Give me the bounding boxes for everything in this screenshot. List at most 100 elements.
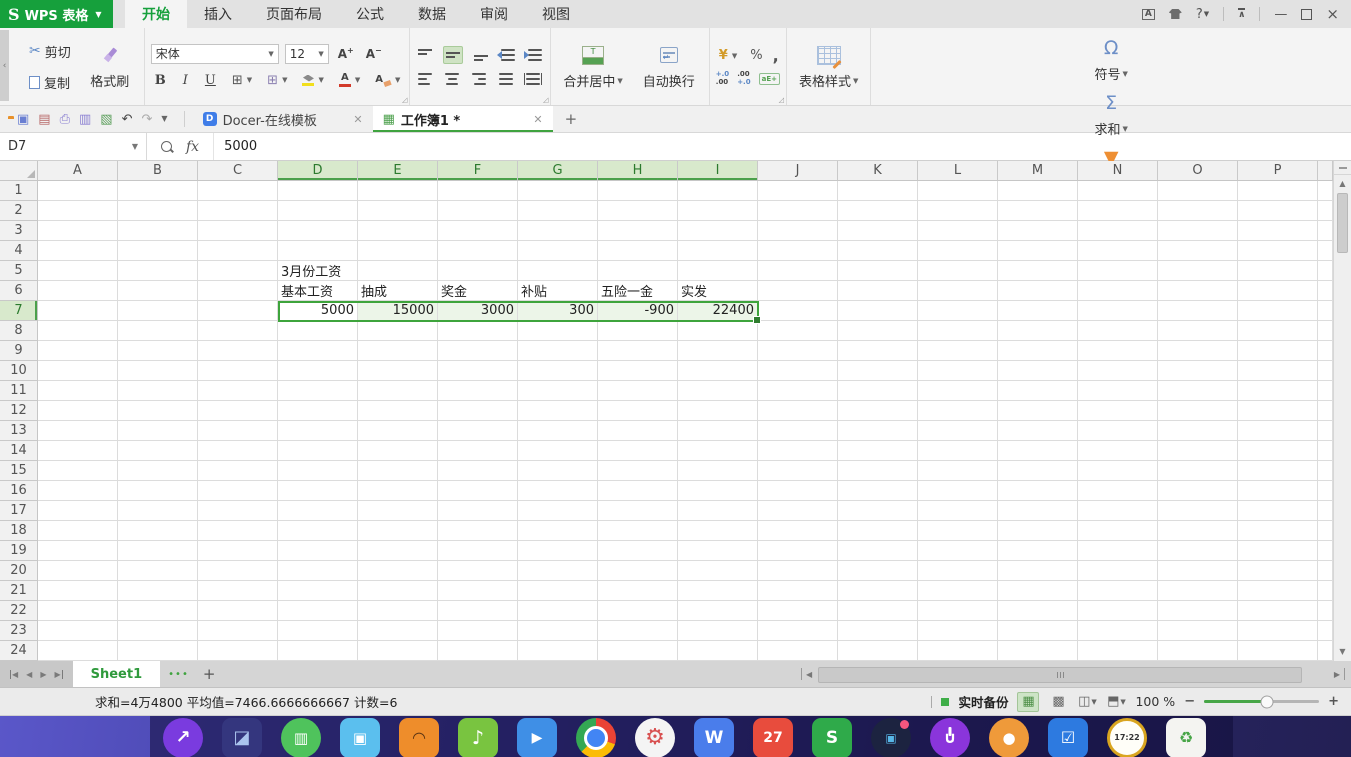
cell-stub-3[interactable]	[1318, 221, 1333, 241]
row-header-19[interactable]: 19	[0, 541, 38, 561]
cell-D11[interactable]	[278, 381, 358, 401]
cell-H15[interactable]	[598, 461, 678, 481]
cell-I11[interactable]	[678, 381, 758, 401]
cell-M22[interactable]	[998, 601, 1078, 621]
row-header-17[interactable]: 17	[0, 501, 38, 521]
dock-icon-music-player[interactable]: ♪	[458, 718, 498, 757]
cell-B6[interactable]	[118, 281, 198, 301]
cell-D23[interactable]	[278, 621, 358, 641]
cell-G4[interactable]	[518, 241, 598, 261]
row-header-12[interactable]: 12	[0, 401, 38, 421]
cell-M14[interactable]	[998, 441, 1078, 461]
cell-F24[interactable]	[438, 641, 518, 661]
cell-H13[interactable]	[598, 421, 678, 441]
cell-O10[interactable]	[1158, 361, 1238, 381]
cell-K11[interactable]	[838, 381, 918, 401]
cell-E13[interactable]	[358, 421, 438, 441]
cell-K1[interactable]	[838, 181, 918, 201]
cell-H6[interactable]: 五险一金	[598, 281, 678, 301]
cell-P16[interactable]	[1238, 481, 1318, 501]
cell-I10[interactable]	[678, 361, 758, 381]
cell-B9[interactable]	[118, 341, 198, 361]
cell-E10[interactable]	[358, 361, 438, 381]
cell-M3[interactable]	[998, 221, 1078, 241]
cell-M11[interactable]	[998, 381, 1078, 401]
cell-stub-1[interactable]	[1318, 181, 1333, 201]
cell-D24[interactable]	[278, 641, 358, 661]
cell-L2[interactable]	[918, 201, 998, 221]
horizontal-scrollbar[interactable]: ◀ ▶	[795, 661, 1351, 687]
cell-K12[interactable]	[838, 401, 918, 421]
cell-I18[interactable]	[678, 521, 758, 541]
cell-C16[interactable]	[198, 481, 278, 501]
split-handle[interactable]	[1344, 668, 1345, 680]
cell-C21[interactable]	[198, 581, 278, 601]
cell-L5[interactable]	[918, 261, 998, 281]
decrease-font-button[interactable]: A−	[363, 45, 385, 62]
first-sheet-button[interactable]: ◀	[10, 670, 18, 679]
doc-tab-1[interactable]: ▦工作簿1 *✕	[373, 106, 553, 132]
cell-L6[interactable]	[918, 281, 998, 301]
cell-F15[interactable]	[438, 461, 518, 481]
cell-H12[interactable]	[598, 401, 678, 421]
insert-function-button[interactable]: fx	[186, 139, 199, 155]
more-button[interactable]: ▼	[161, 115, 167, 123]
cell-H22[interactable]	[598, 601, 678, 621]
cell-D5[interactable]: 3月份工资	[278, 261, 358, 281]
cell-J15[interactable]	[758, 461, 838, 481]
cell-I24[interactable]	[678, 641, 758, 661]
increase-indent-button[interactable]	[526, 47, 544, 63]
cell-C17[interactable]	[198, 501, 278, 521]
col-header-M[interactable]: M	[998, 161, 1078, 181]
row-header-7[interactable]: 7	[0, 301, 38, 321]
col-header-N[interactable]: N	[1078, 161, 1158, 181]
dock-icon-clock[interactable]: 17:22	[1107, 718, 1147, 757]
cell-J6[interactable]	[758, 281, 838, 301]
cell-H14[interactable]	[598, 441, 678, 461]
format-painter-button[interactable]: 格式刷	[82, 39, 138, 94]
cell-G24[interactable]	[518, 641, 598, 661]
cell-N5[interactable]	[1078, 261, 1158, 281]
cell-G21[interactable]	[518, 581, 598, 601]
zoom-formula-icon[interactable]	[161, 141, 172, 152]
dock-icon-wps-spreadsheet[interactable]: S	[812, 718, 852, 757]
cell-E20[interactable]	[358, 561, 438, 581]
cell-K18[interactable]	[838, 521, 918, 541]
cell-stub-20[interactable]	[1318, 561, 1333, 581]
cell-C3[interactable]	[198, 221, 278, 241]
cell-I15[interactable]	[678, 461, 758, 481]
cell-F13[interactable]	[438, 421, 518, 441]
cell-F9[interactable]	[438, 341, 518, 361]
cell-D20[interactable]	[278, 561, 358, 581]
cell-K5[interactable]	[838, 261, 918, 281]
cell-N2[interactable]	[1078, 201, 1158, 221]
row-header-4[interactable]: 4	[0, 241, 38, 261]
vertical-scroll-thumb[interactable]	[1337, 193, 1348, 253]
cell-B15[interactable]	[118, 461, 198, 481]
export-pdf-button[interactable]: ▤	[38, 113, 50, 126]
sheet-tab-sheet1[interactable]: Sheet1	[73, 661, 161, 687]
cell-F6[interactable]: 奖金	[438, 281, 518, 301]
editing-button-1[interactable]: Σ求和▼	[1077, 87, 1145, 142]
cell-P12[interactable]	[1238, 401, 1318, 421]
split-handle[interactable]	[801, 668, 802, 680]
cell-C11[interactable]	[198, 381, 278, 401]
cell-L22[interactable]	[918, 601, 998, 621]
cell-A15[interactable]	[38, 461, 118, 481]
cell-A2[interactable]	[38, 201, 118, 221]
menu-tab-6[interactable]: 视图	[525, 0, 587, 28]
cell-stub-17[interactable]	[1318, 501, 1333, 521]
cell-D12[interactable]	[278, 401, 358, 421]
cell-P17[interactable]	[1238, 501, 1318, 521]
skin-button[interactable]	[1169, 9, 1182, 19]
cell-B16[interactable]	[118, 481, 198, 501]
cell-J5[interactable]	[758, 261, 838, 281]
cell-L3[interactable]	[918, 221, 998, 241]
cell-stub-15[interactable]	[1318, 461, 1333, 481]
cell-A8[interactable]	[38, 321, 118, 341]
cell-C2[interactable]	[198, 201, 278, 221]
cell-L20[interactable]	[918, 561, 998, 581]
cell-E15[interactable]	[358, 461, 438, 481]
cell-M8[interactable]	[998, 321, 1078, 341]
cell-K2[interactable]	[838, 201, 918, 221]
